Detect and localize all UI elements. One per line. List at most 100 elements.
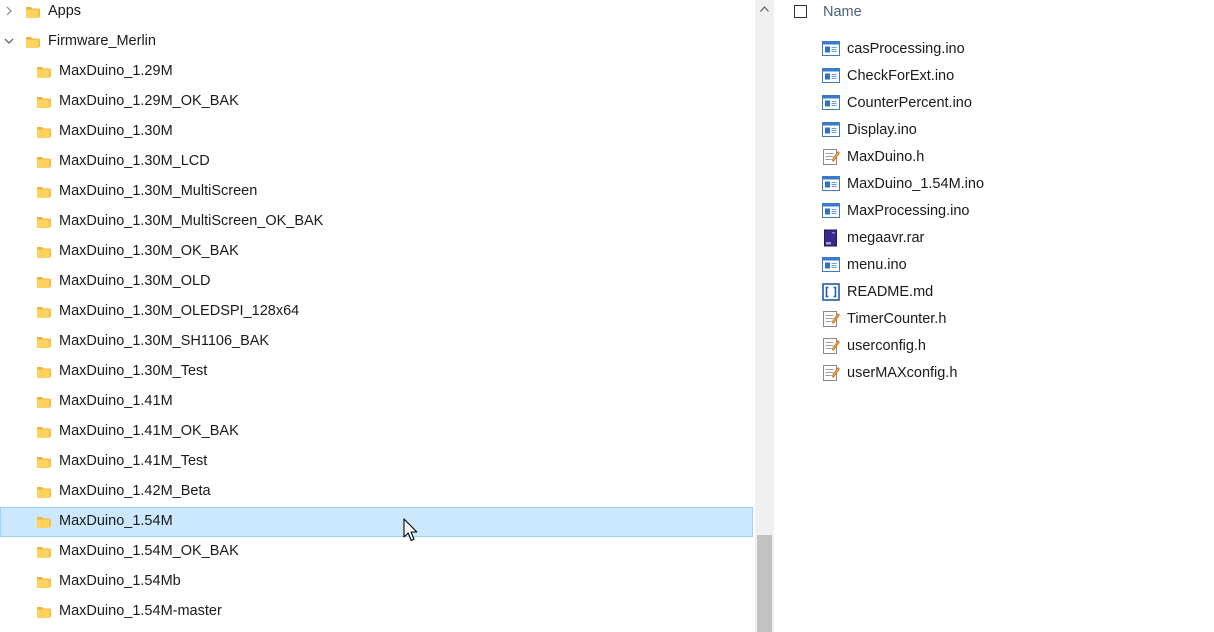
text-file-icon — [822, 364, 840, 382]
tree-item-label: MaxDuino_1.30M — [59, 123, 173, 139]
tree-item[interactable]: MaxDuino_1.41M_OK_BAK — [0, 417, 753, 447]
tree-item-label: MaxDuino_1.54M_OK_BAK — [59, 543, 239, 559]
folder-icon — [36, 544, 52, 560]
scrollbar-thumb[interactable] — [757, 535, 772, 632]
folder-icon — [36, 514, 52, 530]
tree-item[interactable]: MaxDuino_1.30M_OLEDSPI_128x64 — [0, 297, 753, 327]
arduino-file-icon — [822, 67, 840, 85]
folder-icon — [25, 34, 41, 50]
folder-icon — [36, 184, 52, 200]
tree-item-label: MaxDuino_1.30M_OLEDSPI_128x64 — [59, 303, 300, 319]
tree-item-label: MaxDuino_1.54Mb — [59, 573, 181, 589]
tree-item[interactable]: MaxDuino_1.30M_Test — [0, 357, 753, 387]
tree-item-label: MaxDuino_1.30M_LCD — [59, 153, 210, 169]
file-name: README.md — [847, 284, 934, 300]
file-item[interactable]: README.md — [814, 279, 1204, 306]
archive-file-icon — [822, 229, 840, 247]
file-item[interactable]: userMAXconfig.h — [814, 360, 1204, 387]
column-header-name[interactable]: Name — [823, 4, 862, 20]
file-name: TimerCounter.h — [847, 311, 947, 327]
file-item[interactable]: MaxProcessing.ino — [814, 198, 1204, 225]
file-item[interactable]: TimerCounter.h — [814, 306, 1204, 333]
file-item[interactable]: MaxDuino_1.54M.ino — [814, 171, 1204, 198]
tree-item[interactable]: MaxDuino_1.30M — [0, 117, 753, 147]
folder-icon — [36, 304, 52, 320]
file-name: menu.ino — [847, 257, 907, 273]
file-item[interactable]: userconfig.h — [814, 333, 1204, 360]
file-item[interactable]: MaxDuino.h — [814, 144, 1204, 171]
tree-item[interactable]: Apps — [0, 0, 753, 27]
tree-item-label: Apps — [48, 3, 82, 19]
tree-item-label: MaxDuino_1.41M — [59, 393, 173, 409]
folder-icon — [36, 64, 52, 80]
navigation-tree: Apps Firmware_Merlin MaxDuino_1.29M MaxDuin… — [0, 0, 755, 632]
file-name: Display.ino — [847, 122, 917, 138]
tree-item[interactable]: MaxDuino_1.54Mb — [0, 567, 753, 597]
folder-icon — [36, 274, 52, 290]
tree-item-label: MaxDuino_1.30M_OLD — [59, 273, 211, 289]
tree-item-label: MaxDuino_1.29M — [59, 63, 173, 79]
folder-icon — [36, 94, 52, 110]
tree-item-label: MaxDuino_1.41M_OK_BAK — [59, 423, 239, 439]
file-name: userMAXconfig.h — [847, 365, 958, 381]
arduino-file-icon — [822, 94, 840, 112]
tree-item[interactable]: MaxDuino_1.29M — [0, 57, 753, 87]
arduino-file-icon — [822, 121, 840, 139]
tree-item[interactable]: MaxDuino_1.30M_SH1106_BAK — [0, 327, 753, 357]
tree-item[interactable]: MaxDuino_1.30M_LCD — [0, 147, 753, 177]
file-item[interactable]: CounterPercent.ino — [814, 90, 1204, 117]
tree-item-label: MaxDuino_1.30M_MultiScreen_OK_BAK — [59, 213, 324, 229]
folder-icon — [36, 124, 52, 140]
tree-item-label: MaxDuino_1.29M_OK_BAK — [59, 93, 239, 109]
select-all-checkbox[interactable] — [794, 5, 807, 18]
tree-item[interactable]: MaxDuino_1.41M — [0, 387, 753, 417]
file-name: CheckForExt.ino — [847, 68, 955, 84]
tree-item[interactable]: MaxDuino_1.54M_OK_BAK — [0, 537, 753, 567]
text-file-icon — [822, 337, 840, 355]
tree-item-label: Firmware_Merlin — [48, 33, 156, 49]
file-name: MaxDuino.h — [847, 149, 925, 165]
tree-item[interactable]: MaxDuino_1.30M_OK_BAK — [0, 237, 753, 267]
tree-item[interactable]: MaxDuino_1.30M_OLD — [0, 267, 753, 297]
tree-item[interactable]: MaxDuino_1.30M_MultiScreen_OK_BAK — [0, 207, 753, 237]
file-name: MaxProcessing.ino — [847, 203, 970, 219]
navigation-scrollbar[interactable] — [755, 0, 774, 632]
tree-item[interactable]: MaxDuino_1.54M-master — [0, 597, 753, 627]
file-list-pane: Name casProcessing.ino CheckForExt.ino Cou… — [774, 0, 1214, 632]
text-file-icon — [822, 310, 840, 328]
tree-item-label: MaxDuino_1.54M — [59, 513, 173, 529]
tree-item-selected[interactable]: MaxDuino_1.54M — [0, 507, 753, 537]
file-name: CounterPercent.ino — [847, 95, 972, 111]
chevron-right-icon[interactable] — [3, 5, 15, 17]
file-name: MaxDuino_1.54M.ino — [847, 176, 985, 192]
folder-icon — [36, 424, 52, 440]
tree-item-label: MaxDuino_1.30M_MultiScreen — [59, 183, 258, 199]
folder-icon — [36, 394, 52, 410]
tree-item-label: MaxDuino_1.30M_Test — [59, 363, 208, 379]
tree-item[interactable]: MaxDuino_1.29M_OK_BAK — [0, 87, 753, 117]
tree-item-label: MaxDuino_1.41M_Test — [59, 453, 208, 469]
folder-icon — [36, 154, 52, 170]
folder-icon — [36, 484, 52, 500]
file-item[interactable]: megaavr.rar — [814, 225, 1204, 252]
file-name: userconfig.h — [847, 338, 926, 354]
tree-item[interactable]: MaxDuino_1.41M_Test — [0, 447, 753, 477]
file-item[interactable]: CheckForExt.ino — [814, 63, 1204, 90]
tree-item-label: MaxDuino_1.42M_Beta — [59, 483, 211, 499]
arduino-file-icon — [822, 256, 840, 274]
file-item[interactable]: Display.ino — [814, 117, 1204, 144]
scroll-up-arrow-icon[interactable] — [755, 0, 774, 17]
file-name: megaavr.rar — [847, 230, 925, 246]
tree-item[interactable]: MaxDuino_1.30M_MultiScreen — [0, 177, 753, 207]
file-item[interactable]: casProcessing.ino — [814, 36, 1204, 63]
folder-icon — [36, 454, 52, 470]
tree-item[interactable]: Firmware_Merlin — [0, 27, 753, 57]
chevron-down-icon[interactable] — [3, 35, 15, 47]
folder-icon — [36, 604, 52, 620]
arduino-file-icon — [822, 202, 840, 220]
folder-icon — [36, 244, 52, 260]
folder-icon — [36, 574, 52, 590]
file-item[interactable]: menu.ino — [814, 252, 1204, 279]
tree-item[interactable]: MaxDuino_1.42M_Beta — [0, 477, 753, 507]
folder-icon — [36, 214, 52, 230]
